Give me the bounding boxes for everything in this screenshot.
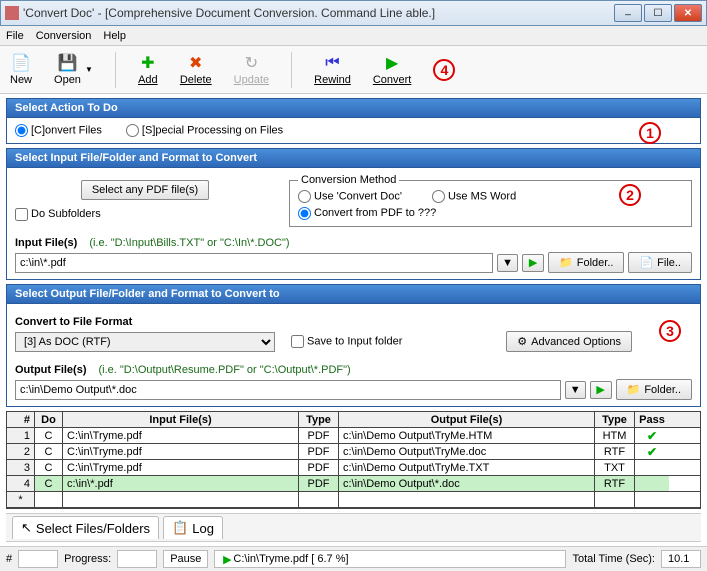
do-subfolders-checkbox[interactable]: Do Subfolders [15, 208, 101, 220]
format-select[interactable]: [3] As DOC (RTF) [15, 332, 275, 352]
radio-use-convert-doc[interactable]: Use 'Convert Doc' [298, 190, 402, 203]
menu-conversion[interactable]: Conversion [36, 30, 92, 42]
minimize-button[interactable] [614, 4, 642, 22]
tab-select-files[interactable]: ↖Select Files/Folders [12, 516, 159, 539]
output-play-button[interactable]: ▶ [590, 381, 612, 399]
menu-bar: File Conversion Help [0, 26, 707, 46]
output-hint: (i.e. "D:\Output\Resume.PDF" or "C:\Outp… [99, 364, 351, 376]
select-any-button[interactable]: Select any PDF file(s) [81, 180, 209, 200]
progress-box [117, 550, 157, 568]
input-file-button[interactable]: 📄File.. [628, 252, 692, 273]
close-button[interactable] [674, 4, 702, 22]
pause-button[interactable]: Pause [163, 550, 208, 568]
step-4-marker: 4 [433, 59, 455, 81]
section3-header: Select Output File/Folder and Format to … [6, 284, 701, 304]
input-dropdown-button[interactable]: ▼ [497, 254, 518, 272]
radio-convert-files[interactable]: [C]onvert Files [15, 124, 102, 137]
delete-button[interactable]: ✖Delete [180, 53, 212, 86]
open-icon: 💾 [57, 53, 77, 73]
grid-row[interactable]: 4Cc:\in\*.pdfPDFc:\in\Demo Output\*.docR… [7, 476, 700, 492]
new-button[interactable]: 📄New [10, 53, 32, 86]
advanced-options-button[interactable]: ⚙Advanced Options [506, 331, 632, 352]
rewind-icon: ⏮ [322, 53, 342, 73]
grid-row[interactable]: 2CC:\in\Tryme.pdfPDFc:\in\Demo Output\Tr… [7, 444, 700, 460]
folder-icon: 📁 [627, 383, 641, 396]
open-dropdown[interactable]: ▼ [85, 65, 93, 74]
status-file: ▶C:\in\Tryme.pdf [ 6.7 %] [214, 550, 566, 568]
total-time-label: Total Time (Sec): [572, 553, 655, 565]
input-folder-button[interactable]: 📁Folder.. [548, 252, 624, 273]
output-path-field[interactable] [15, 380, 561, 400]
radio-use-ms-word[interactable]: Use MS Word [432, 190, 516, 203]
rewind-button[interactable]: ⏮Rewind [314, 53, 351, 86]
status-num-label: # [6, 553, 12, 565]
menu-help[interactable]: Help [103, 30, 126, 42]
status-num-box [18, 550, 58, 568]
convert-button[interactable]: ▶Convert [373, 53, 412, 86]
step-2-marker: 2 [619, 184, 641, 206]
cm-legend: Conversion Method [298, 174, 399, 186]
delete-icon: ✖ [186, 53, 206, 73]
section2-header: Select Input File/Folder and Format to C… [6, 148, 701, 168]
radio-convert-from[interactable]: Convert from PDF to ??? [298, 207, 436, 219]
input-path-field[interactable] [15, 253, 493, 273]
output-files-label: Output File(s) [15, 364, 87, 376]
radio-special-processing[interactable]: [S]pecial Processing on Files [126, 124, 283, 137]
file-icon: 📄 [639, 256, 653, 269]
step-1-marker: 1 [639, 122, 661, 144]
grid-row[interactable]: 3CC:\in\Tryme.pdfPDFc:\in\Demo Output\Tr… [7, 460, 700, 476]
conversion-grid[interactable]: # Do Input File(s) Type Output File(s) T… [6, 411, 701, 509]
input-play-button[interactable]: ▶ [522, 254, 544, 272]
titlebar: 'Convert Doc' - [Comprehensive Document … [0, 0, 707, 26]
section1-header: Select Action To Do [6, 98, 701, 118]
log-icon: 📋 [172, 520, 188, 536]
grid-row[interactable]: 1CC:\in\Tryme.pdfPDFc:\in\Demo Output\Tr… [7, 428, 700, 444]
convert-icon: ▶ [382, 53, 402, 73]
menu-file[interactable]: File [6, 30, 24, 42]
maximize-button[interactable] [644, 4, 672, 22]
toolbar: 📄New 💾Open ▼ ✚Add ✖Delete ↻Update ⏮Rewin… [0, 46, 707, 94]
window-title: 'Convert Doc' - [Comprehensive Document … [23, 6, 614, 20]
output-folder-button[interactable]: 📁Folder.. [616, 379, 692, 400]
grid-header: # Do Input File(s) Type Output File(s) T… [7, 412, 700, 428]
new-icon: 📄 [11, 53, 31, 73]
advanced-icon: ⚙ [517, 335, 527, 348]
folder-icon: 📁 [559, 256, 573, 269]
step-3-marker: 3 [659, 320, 681, 342]
add-button[interactable]: ✚Add [138, 53, 158, 86]
total-time-value: 10.1 [661, 550, 701, 568]
bottom-tabs: ↖Select Files/Folders 📋Log [6, 513, 701, 542]
app-icon [5, 6, 19, 20]
save-to-input-checkbox[interactable]: Save to Input folder [291, 335, 402, 348]
input-hint: (i.e. "D:\Input\Bills.TXT" or "C:\In\*.D… [89, 237, 289, 249]
open-button[interactable]: 💾Open [54, 53, 81, 86]
arrow-icon: ↖ [21, 520, 32, 536]
convert-to-label: Convert to File Format [15, 316, 692, 328]
input-files-label: Input File(s) [15, 237, 77, 249]
output-dropdown-button[interactable]: ▼ [565, 381, 586, 399]
status-progress-label: Progress: [64, 553, 111, 565]
add-icon: ✚ [138, 53, 158, 73]
update-icon: ↻ [241, 53, 261, 73]
tab-log[interactable]: 📋Log [163, 516, 223, 539]
update-button[interactable]: ↻Update [234, 53, 269, 86]
